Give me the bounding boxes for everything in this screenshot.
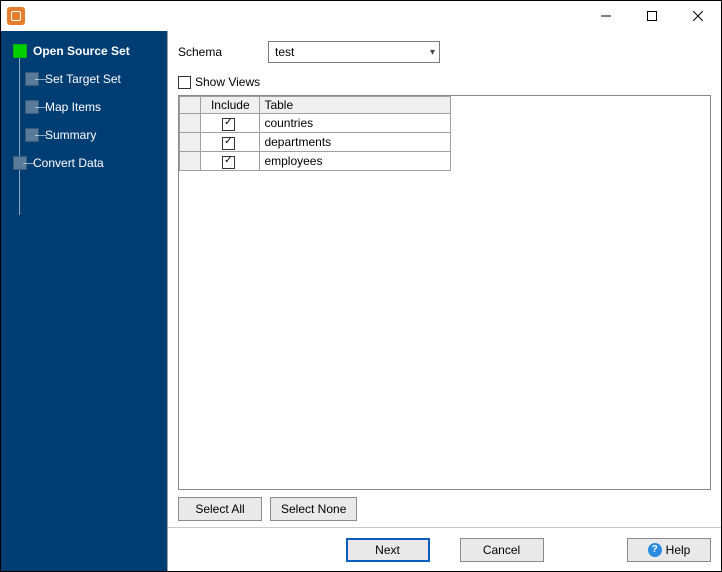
grid-header-include[interactable]: Include [201, 97, 260, 114]
tables-grid: Include Table countries [179, 96, 451, 171]
step-active-icon [13, 44, 27, 58]
table-row: departments [180, 133, 451, 152]
chevron-down-icon: ▾ [430, 47, 435, 58]
help-button[interactable]: ? Help [627, 538, 711, 562]
row-header[interactable] [180, 133, 201, 152]
sidebar-item-label: Map Items [45, 100, 101, 114]
wizard-steps-sidebar: Open Source Set Set Target Set Map Items… [1, 31, 167, 571]
sidebar-item-label: Set Target Set [45, 72, 121, 86]
main-panel: Schema test ▾ Show Views [167, 31, 721, 571]
sidebar-item-open-source-set[interactable]: Open Source Set [13, 37, 167, 65]
help-icon: ? [648, 543, 662, 557]
include-checkbox[interactable] [222, 137, 235, 150]
include-checkbox[interactable] [222, 156, 235, 169]
help-button-label: Help [666, 543, 691, 557]
maximize-button[interactable] [629, 1, 675, 31]
sidebar-item-map-items[interactable]: Map Items [25, 93, 167, 121]
cancel-button[interactable]: Cancel [460, 538, 544, 562]
sidebar-item-set-target-set[interactable]: Set Target Set [25, 65, 167, 93]
table-name-cell[interactable]: countries [260, 114, 451, 133]
show-views-checkbox[interactable] [178, 76, 191, 89]
titlebar [1, 1, 721, 31]
schema-select-value: test [275, 45, 294, 59]
wizard-window: Open Source Set Set Target Set Map Items… [0, 0, 722, 572]
table-name-cell[interactable]: departments [260, 133, 451, 152]
row-header[interactable] [180, 152, 201, 171]
grid-header-table[interactable]: Table [260, 97, 451, 114]
include-checkbox[interactable] [222, 118, 235, 131]
row-header[interactable] [180, 114, 201, 133]
sidebar-item-label: Convert Data [33, 156, 104, 170]
sidebar-item-label: Open Source Set [33, 44, 130, 58]
sidebar-item-label: Summary [45, 128, 96, 142]
tables-grid-wrap: Include Table countries [178, 95, 711, 490]
select-all-button[interactable]: Select All [178, 497, 262, 521]
schema-select[interactable]: test ▾ [268, 41, 440, 63]
table-row: countries [180, 114, 451, 133]
sidebar-item-summary[interactable]: Summary [25, 121, 167, 149]
grid-corner [180, 97, 201, 114]
sidebar-item-convert-data[interactable]: Convert Data [13, 149, 167, 177]
window-controls [583, 1, 721, 31]
app-icon [7, 7, 25, 25]
minimize-button[interactable] [583, 1, 629, 31]
next-button[interactable]: Next [346, 538, 430, 562]
close-button[interactable] [675, 1, 721, 31]
select-none-button[interactable]: Select None [270, 497, 357, 521]
schema-label: Schema [178, 45, 268, 59]
table-name-cell[interactable]: employees [260, 152, 451, 171]
show-views-label: Show Views [195, 75, 260, 89]
table-row: employees [180, 152, 451, 171]
